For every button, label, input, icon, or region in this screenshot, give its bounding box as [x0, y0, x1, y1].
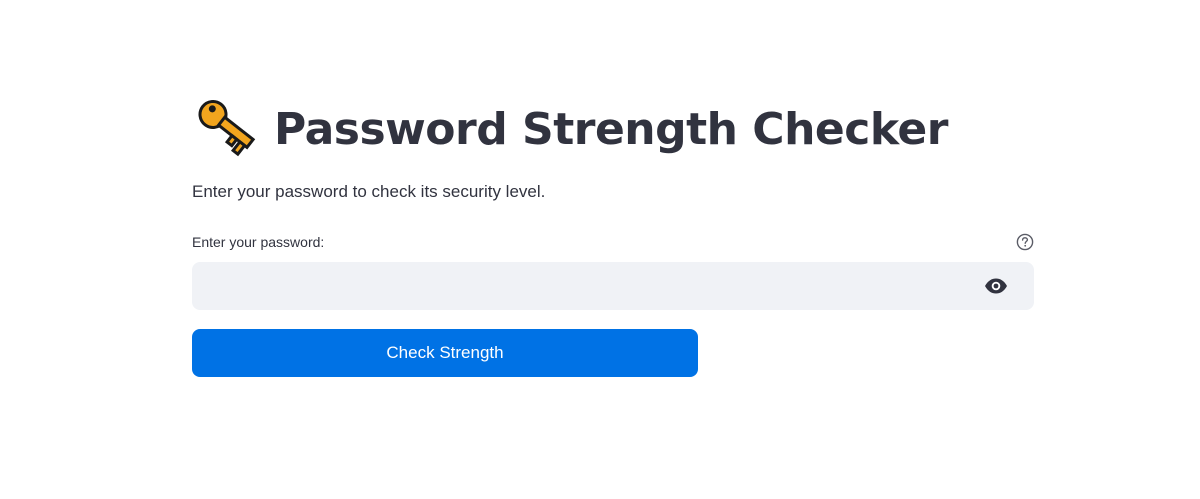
password-label: Enter your password:	[192, 234, 325, 250]
password-input[interactable]	[192, 262, 980, 310]
eye-icon[interactable]	[984, 277, 1008, 295]
page-title: Password Strength Checker	[274, 104, 948, 155]
password-input-container	[192, 262, 1034, 310]
page-header: Password Strength Checker	[192, 98, 1034, 162]
check-strength-button[interactable]: Check Strength	[192, 329, 698, 377]
question-circle-icon[interactable]	[1016, 233, 1034, 251]
key-icon	[198, 99, 256, 157]
main-content: Password Strength Checker Enter your pas…	[192, 98, 1034, 377]
page-subtitle: Enter your password to check its securit…	[192, 182, 546, 201]
